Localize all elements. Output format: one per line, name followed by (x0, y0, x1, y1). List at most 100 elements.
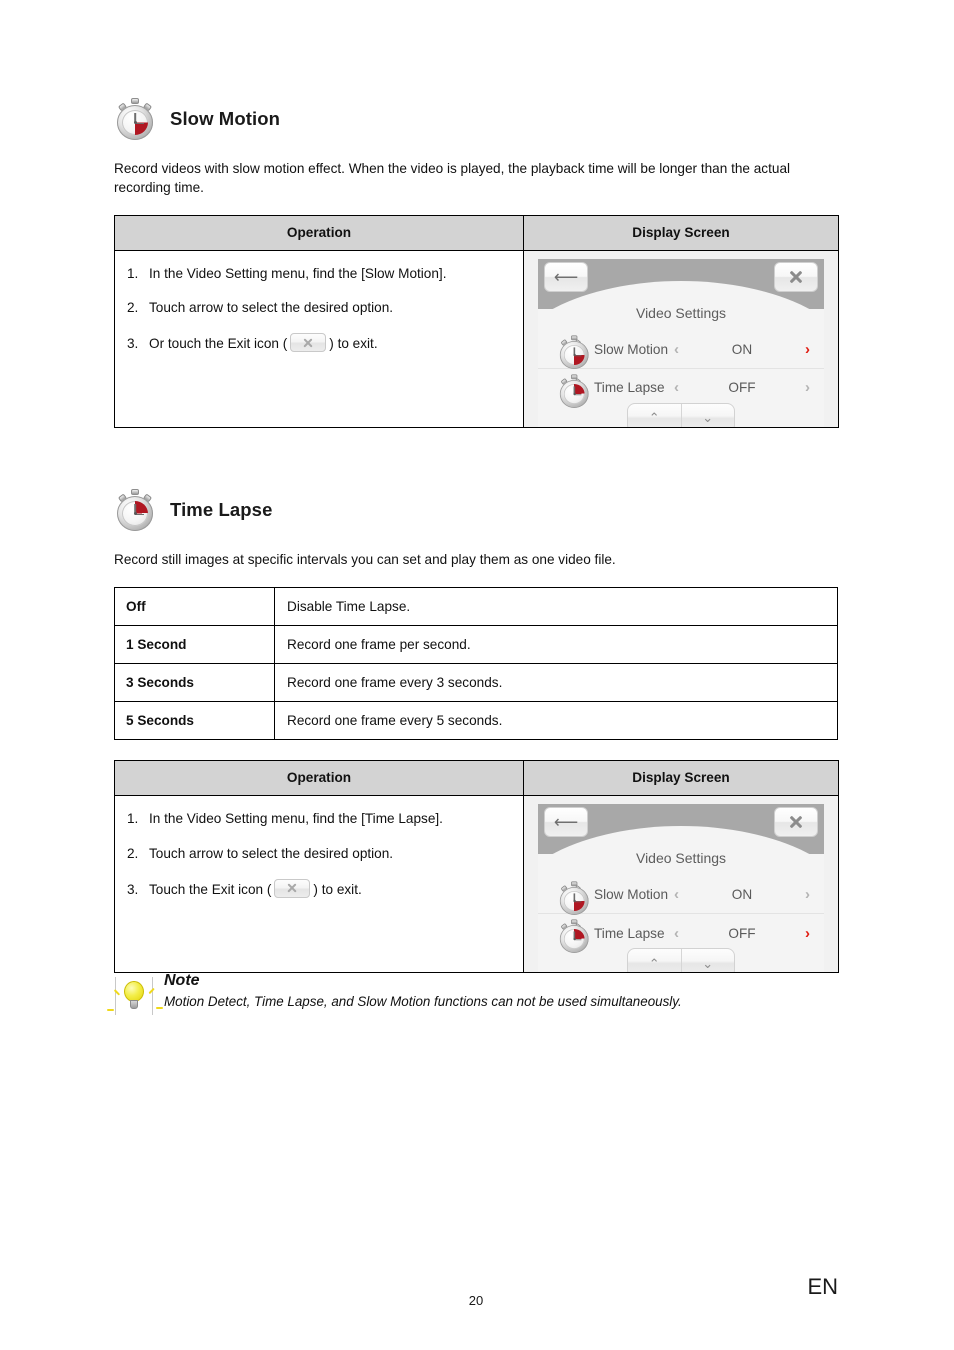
document-page: Slow Motion Record videos with slow moti… (107, 0, 839, 1350)
header-display-screen: Display Screen (523, 214, 839, 251)
stopwatch-icon (557, 919, 589, 954)
header-display-screen: Display Screen (523, 760, 839, 797)
option-key-cell: 5 Seconds (114, 701, 275, 741)
back-arrow-icon[interactable]: ⟵ (544, 261, 588, 292)
stopwatch-icon (557, 335, 589, 370)
step-text: Touch arrow to select the desired option… (149, 845, 394, 861)
operation-table-slow-motion: Operation Display Screen 1. In the Video… (114, 214, 839, 428)
stopwatch-icon (114, 489, 156, 531)
chevron-left-icon[interactable]: ‹ (674, 887, 679, 902)
section-description: Record videos with slow motion effect. W… (114, 161, 791, 196)
display-screen-cell: ⟵ Video Settings Slow Motion ‹ ON › Time… (523, 795, 839, 974)
list-item: 3. Or touch the Exit icon ( ) to exit. (127, 333, 511, 353)
page-title: Time Lapse (170, 499, 273, 520)
table-row: 1. In the Video Setting menu, find the [… (114, 795, 839, 974)
step-number: 2. (127, 845, 139, 861)
option-value-cell: Record one frame per second. (274, 625, 838, 665)
screen-pager[interactable]: ⌃ ⌄ (627, 948, 735, 973)
chevron-left-icon[interactable]: ‹ (674, 926, 679, 941)
step-text-tail: ) to exit. (313, 881, 362, 897)
row-value: OFF (728, 925, 756, 941)
options-table-time-lapse: Off Disable Time Lapse. 1 Second Record … (114, 587, 838, 741)
row-label: Time Lapse (594, 380, 665, 396)
note-block: Note Motion Detect, Time Lapse, and Slow… (107, 972, 838, 1016)
section-description: Record still images at specific interval… (114, 552, 616, 567)
table-row: 5 Seconds Record one frame every 5 secon… (114, 701, 838, 741)
table-header-row: Operation Display Screen (114, 760, 839, 797)
section-slow-motion: Slow Motion Record videos with slow moti… (114, 98, 839, 428)
table-row: Off Disable Time Lapse. (114, 587, 838, 627)
close-icon[interactable] (774, 807, 818, 838)
language-code: EN (807, 1274, 838, 1299)
back-arrow-icon[interactable]: ⟵ (544, 807, 588, 838)
step-text: In the Video Setting menu, find the [Tim… (149, 811, 443, 827)
operation-table-time-lapse: Operation Display Screen 1. In the Video… (114, 760, 839, 974)
screen-title: Video Settings (635, 850, 727, 867)
screen-row-time-lapse[interactable]: Time Lapse ‹ OFF › (538, 914, 824, 954)
note-title: Note (164, 972, 200, 989)
section-heading: Time Lapse (114, 489, 838, 531)
stopwatch-icon (557, 881, 589, 915)
close-icon[interactable] (774, 261, 818, 292)
table-row: 1 Second Record one frame per second. (114, 625, 838, 665)
row-label: Time Lapse (594, 925, 665, 941)
option-key-cell: Off (114, 587, 275, 627)
page-title: Slow Motion (170, 108, 281, 129)
screen-row-slow-motion[interactable]: Slow Motion ‹ ON › (538, 876, 824, 915)
row-label: Slow Motion (594, 341, 669, 357)
chevron-left-icon[interactable]: ‹ (674, 380, 679, 395)
chevron-right-icon[interactable]: › (805, 380, 810, 395)
stopwatch-icon (557, 373, 589, 408)
step-number: 1. (127, 265, 139, 281)
section-time-lapse: Time Lapse Record still images at specif… (114, 489, 839, 974)
step-text: Touch the Exit icon ( (149, 881, 272, 897)
device-screen-mock: ⟵ Video Settings Slow Motion ‹ ON › Time… (524, 796, 838, 973)
list-item: 1. In the Video Setting menu, find the [… (127, 265, 511, 283)
screen-row-slow-motion[interactable]: Slow Motion ‹ ON › (538, 331, 824, 370)
step-number: 3. (127, 881, 139, 897)
table-row: 3 Seconds Record one frame every 3 secon… (114, 663, 838, 703)
chevron-left-icon[interactable]: ‹ (674, 342, 679, 357)
chevron-right-icon[interactable]: › (805, 342, 810, 357)
operation-cell: 1. In the Video Setting menu, find the [… (114, 795, 524, 974)
scroll-down-icon[interactable]: ⌄ (680, 949, 735, 973)
row-value: OFF (728, 380, 756, 396)
header-operation: Operation (114, 760, 524, 797)
display-screen-cell: ⟵ Video Settings Slow Motion ‹ ON › Time… (523, 249, 839, 428)
row-value: ON (731, 341, 753, 357)
option-key-cell: 1 Second (114, 625, 275, 665)
list-item: 3. Touch the Exit icon ( ) to exit. (127, 878, 511, 899)
table-row: 1. In the Video Setting menu, find the [… (114, 249, 839, 428)
step-text: Touch arrow to select the desired option… (149, 299, 394, 315)
step-number: 2. (127, 299, 139, 315)
row-value: ON (731, 887, 753, 903)
section-heading: Slow Motion (114, 98, 838, 140)
row-label: Slow Motion (594, 887, 669, 903)
step-text: In the Video Setting menu, find the [Slo… (149, 265, 447, 281)
stopwatch-icon (114, 98, 156, 140)
chevron-right-icon[interactable]: › (805, 926, 810, 941)
scroll-down-icon[interactable]: ⌄ (680, 403, 735, 427)
screen-pager[interactable]: ⌃ ⌄ (627, 402, 735, 427)
close-icon (274, 878, 311, 898)
step-text-tail: ) to exit. (329, 336, 378, 352)
option-value-cell: Record one frame every 3 seconds. (274, 663, 838, 703)
list-item: 1. In the Video Setting menu, find the [… (127, 810, 511, 828)
lightbulb-icon (107, 974, 163, 1016)
screen-title: Video Settings (635, 304, 727, 321)
device-screen-mock: ⟵ Video Settings Slow Motion ‹ ON › Time… (524, 250, 838, 427)
close-icon (290, 333, 327, 353)
step-number: 3. (127, 336, 139, 352)
screen-row-time-lapse[interactable]: Time Lapse ‹ OFF › (538, 369, 824, 408)
step-number: 1. (127, 811, 139, 827)
scroll-up-icon[interactable]: ⌃ (628, 404, 681, 427)
chevron-right-icon[interactable]: › (805, 887, 810, 902)
table-header-row: Operation Display Screen (114, 214, 839, 251)
option-value-cell: Disable Time Lapse. (274, 587, 838, 627)
step-text: Or touch the Exit icon ( (149, 336, 288, 352)
scroll-up-icon[interactable]: ⌃ (628, 949, 681, 972)
list-item: 2. Touch arrow to select the desired opt… (127, 845, 511, 863)
operation-cell: 1. In the Video Setting menu, find the [… (114, 249, 524, 428)
header-operation: Operation (114, 214, 524, 251)
list-item: 2. Touch arrow to select the desired opt… (127, 299, 511, 317)
